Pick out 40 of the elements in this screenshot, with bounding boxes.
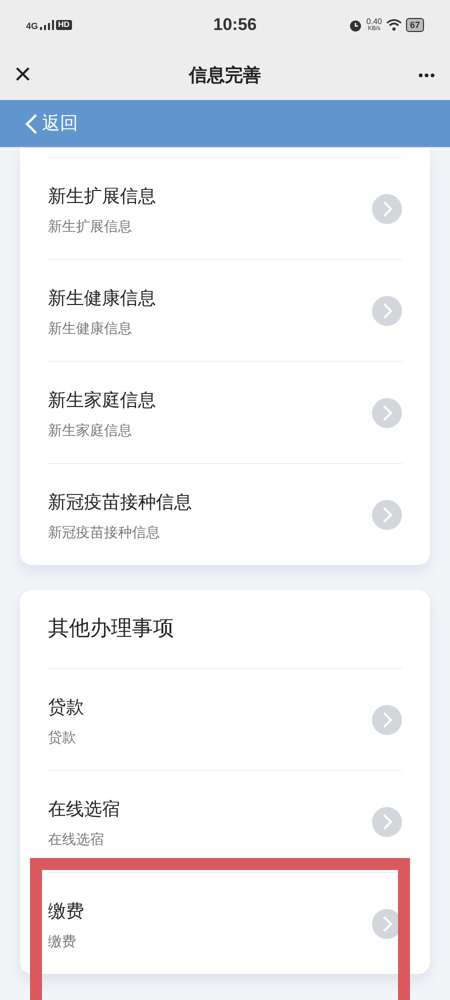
network-label: 4G bbox=[26, 22, 38, 30]
back-icon bbox=[24, 112, 38, 134]
speed-value: 0.40 bbox=[366, 18, 382, 26]
alarm-icon bbox=[349, 18, 362, 32]
battery-indicator: 67 bbox=[406, 18, 424, 32]
list-item[interactable]: 贷款 贷款 bbox=[48, 668, 402, 770]
signal-icon bbox=[40, 20, 54, 30]
chevron-right-icon bbox=[372, 704, 402, 734]
section-title: 其他办理事项 bbox=[48, 616, 174, 642]
item-subtitle: 新冠疫苗接种信息 bbox=[48, 522, 161, 542]
item-title: 缴费 bbox=[48, 900, 85, 922]
item-title: 新生家庭信息 bbox=[48, 388, 157, 412]
list-item[interactable]: 新生扩展信息 新生扩展信息 bbox=[48, 157, 402, 259]
item-title: 新生健康信息 bbox=[48, 286, 157, 310]
item-title: 在线选宿 bbox=[48, 798, 121, 820]
chevron-right-icon bbox=[372, 806, 402, 836]
item-title: 新生扩展信息 bbox=[48, 184, 157, 208]
item-subtitle: 贷款 bbox=[48, 728, 77, 746]
more-button[interactable]: ••• bbox=[396, 64, 436, 86]
chevron-right-icon bbox=[372, 500, 402, 530]
close-button[interactable]: × bbox=[14, 60, 54, 90]
chevron-right-icon bbox=[372, 398, 402, 428]
list-item[interactable]: 缴费 缴费 bbox=[48, 872, 402, 974]
chevron-right-icon bbox=[372, 296, 402, 326]
item-subtitle: 新生家庭信息 bbox=[48, 420, 133, 440]
item-subtitle: 缴费 bbox=[48, 932, 77, 950]
list-item[interactable]: 新冠疫苗接种信息 新冠疫苗接种信息 bbox=[48, 463, 402, 565]
item-subtitle: 新生健康信息 bbox=[48, 318, 133, 338]
clock-time: 10:56 bbox=[212, 14, 258, 36]
list-item[interactable]: 新生家庭信息 新生家庭信息 bbox=[48, 361, 402, 463]
item-title: 贷款 bbox=[48, 696, 85, 718]
page-title: 信息完善 bbox=[188, 64, 262, 86]
list-item[interactable]: 新生健康信息 新生健康信息 bbox=[48, 259, 402, 361]
list-item[interactable]: 在线选宿 在线选宿 bbox=[48, 770, 402, 872]
item-title: 新冠疫苗接种信息 bbox=[48, 490, 193, 514]
chevron-right-icon bbox=[372, 194, 402, 224]
hd-badge: HD bbox=[56, 20, 72, 30]
wifi-icon bbox=[386, 19, 402, 31]
item-subtitle: 新生扩展信息 bbox=[48, 216, 133, 236]
item-subtitle: 在线选宿 bbox=[48, 830, 105, 848]
